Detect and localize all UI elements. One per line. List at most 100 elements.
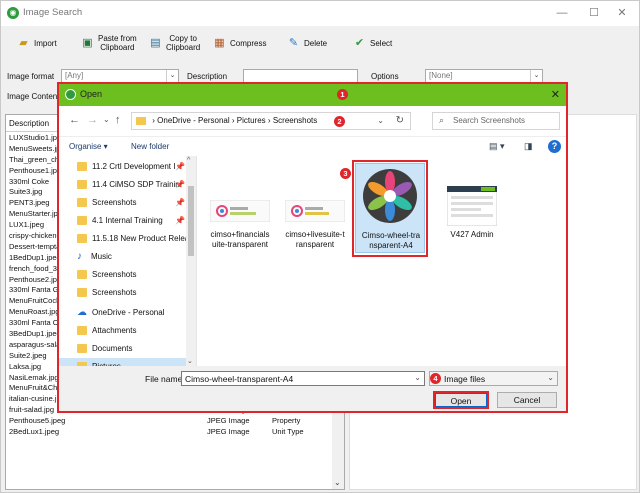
- nav-item-label: OneDrive - Personal: [92, 307, 165, 317]
- pin-icon: 📌: [175, 161, 185, 171]
- nav-item-label: 11.5.18 New Product Relea: [92, 233, 187, 243]
- paste-clipboard-button[interactable]: ▣ Paste from Clipboard: [81, 30, 136, 56]
- delete-button[interactable]: ✎ Delete: [287, 30, 327, 56]
- table-row[interactable]: 2BedLux1.jpeg JPEG Image Unit Type: [6, 427, 344, 438]
- table-cell: french_food_3.: [9, 263, 60, 273]
- table-cell: PENT3.jpeg: [9, 198, 50, 208]
- chevron-down-icon[interactable]: ⌄: [187, 357, 193, 365]
- select-button[interactable]: ✔ Select: [353, 30, 392, 56]
- app-icon: [65, 89, 76, 100]
- file-thumbnail: [285, 200, 345, 222]
- dialog-nav-bar: ← → ⌄ ↑ › OneDrive - Personal › Pictures…: [59, 106, 566, 136]
- table-cell: 3BedDup1.jpeg: [9, 329, 61, 339]
- preview-pane-icon[interactable]: ◨: [524, 141, 533, 152]
- nav-item-label: Screenshots: [92, 287, 137, 297]
- chevron-down-icon[interactable]: ⌄: [334, 478, 341, 487]
- import-icon: ▰: [19, 36, 28, 49]
- recent-locations-icon[interactable]: ⌄: [103, 115, 110, 124]
- maximize-button[interactable]: ☐: [581, 5, 607, 21]
- nav-item-label: Attachments: [92, 325, 137, 335]
- table-cell: 330ml Coke: [9, 176, 50, 186]
- pin-icon: 📌: [175, 179, 185, 189]
- nav-item[interactable]: ♪ Music: [77, 248, 187, 264]
- cancel-button[interactable]: Cancel: [497, 392, 557, 408]
- address-bar[interactable]: › OneDrive - Personal › Pictures › Scree…: [131, 112, 411, 130]
- chevron-up-icon[interactable]: ^: [187, 157, 190, 164]
- description-label: Description: [187, 72, 228, 81]
- table-cell: fruit-salad.jpg: [9, 405, 55, 415]
- chevron-down-icon[interactable]: ⌄: [377, 116, 384, 125]
- paste-icon: ▣: [82, 36, 93, 49]
- search-input[interactable]: ⌕ Search Screenshots: [432, 112, 560, 130]
- dialog-title-bar: Open 1 ✕: [59, 84, 566, 106]
- table-cell: 1BedDup1.jpeg: [9, 252, 61, 262]
- nav-item[interactable]: Screenshots: [77, 266, 187, 282]
- folder-icon: [77, 325, 87, 335]
- image-format-label: Image format: [7, 72, 55, 81]
- nav-item[interactable]: ☁ OneDrive - Personal: [77, 304, 187, 320]
- file-type-select[interactable]: Image files ⌄: [429, 371, 558, 386]
- chevron-down-icon: ⌄: [547, 373, 554, 382]
- chevron-down-icon[interactable]: ⌄: [414, 373, 421, 382]
- table-cell: Dessert-tempta: [9, 241, 61, 251]
- import-button[interactable]: ▰ Import: [17, 30, 56, 56]
- selection-highlight: [352, 160, 428, 257]
- view-options-icon[interactable]: ▤ ▾: [489, 141, 505, 152]
- table-cell: 330ml Fanta Gr: [9, 285, 62, 295]
- table-cell: NasiLemak.jpg: [9, 372, 59, 382]
- new-folder-button[interactable]: New folder: [131, 142, 169, 151]
- window-title: Image Search: [23, 7, 83, 18]
- copy-clipboard-button[interactable]: ▤ Copy to Clipboard: [149, 30, 200, 56]
- delete-icon: ✎: [288, 36, 299, 49]
- nav-item-label: 11.2 Crtl Development I: [92, 161, 176, 171]
- folder-icon: [77, 197, 87, 207]
- folder-icon: [77, 215, 87, 225]
- compress-button[interactable]: ▦ Compress: [213, 30, 266, 56]
- dialog-title: Open: [80, 89, 103, 99]
- options-select[interactable]: [None] ⌄: [425, 69, 543, 83]
- file-thumbnail: [447, 186, 497, 226]
- file-name-input[interactable]: Cimso-wheel-transparent-A4 ⌄: [181, 371, 425, 386]
- search-icon: ⌕: [439, 115, 445, 125]
- breadcrumb-pictures[interactable]: Pictures: [237, 116, 266, 125]
- open-button[interactable]: Open: [433, 391, 489, 409]
- nav-item[interactable]: Documents: [77, 340, 187, 356]
- close-button[interactable]: ✕: [609, 5, 635, 21]
- nav-item[interactable]: Screenshots: [77, 284, 187, 300]
- refresh-icon[interactable]: ↻: [396, 115, 404, 126]
- table-cell: Penthouse2.jpe: [9, 274, 62, 284]
- nav-item-label: Screenshots: [92, 269, 137, 279]
- file-tile-financials[interactable]: cimso+financials uite-transparent: [205, 156, 275, 268]
- nav-item[interactable]: 11.4 CiMSO SDP Trainin 📌: [77, 176, 187, 192]
- nav-item[interactable]: 4.1 Internal Training 📌: [77, 212, 187, 228]
- breadcrumb-onedrive[interactable]: OneDrive - Personal: [157, 116, 229, 125]
- minimize-button[interactable]: —: [549, 5, 575, 21]
- table-cell: Unit Type: [272, 427, 304, 437]
- table-cell: Property: [272, 416, 301, 426]
- folder-icon: [77, 343, 87, 353]
- chevron-down-icon: ⌄: [166, 70, 178, 82]
- step-badge-1: 1: [337, 89, 348, 100]
- forward-arrow-icon[interactable]: →: [87, 114, 98, 126]
- folder-icon: [77, 287, 87, 297]
- file-tile-v427-admin[interactable]: V427 Admin: [437, 156, 507, 268]
- nav-item[interactable]: Screenshots 📌: [77, 194, 187, 210]
- image-format-select[interactable]: [Any] ⌄: [61, 69, 179, 83]
- breadcrumb-screenshots[interactable]: Screenshots: [273, 116, 317, 125]
- nav-item[interactable]: 11.5.18 New Product Relea: [77, 230, 187, 246]
- help-icon[interactable]: ?: [548, 140, 561, 153]
- back-arrow-icon[interactable]: ←: [69, 114, 80, 126]
- organise-menu[interactable]: Organise ▾: [69, 142, 108, 151]
- table-row[interactable]: Penthouse5.jpeg JPEG Image Property: [6, 416, 344, 427]
- file-thumbnail: [210, 200, 270, 222]
- nav-item[interactable]: Attachments: [77, 322, 187, 338]
- dialog-close-button[interactable]: ✕: [551, 88, 560, 101]
- up-arrow-icon[interactable]: ↑: [115, 114, 121, 126]
- nav-item-label: Screenshots: [92, 197, 137, 207]
- table-cell: 2BedLux1.jpeg: [9, 427, 60, 437]
- scroll-thumb[interactable]: [188, 186, 194, 256]
- nav-scrollbar[interactable]: ^ ⌄: [186, 156, 196, 366]
- pin-icon: 📌: [175, 197, 185, 207]
- description-input[interactable]: [243, 69, 358, 83]
- nav-item[interactable]: 11.2 Crtl Development I 📌: [77, 158, 187, 174]
